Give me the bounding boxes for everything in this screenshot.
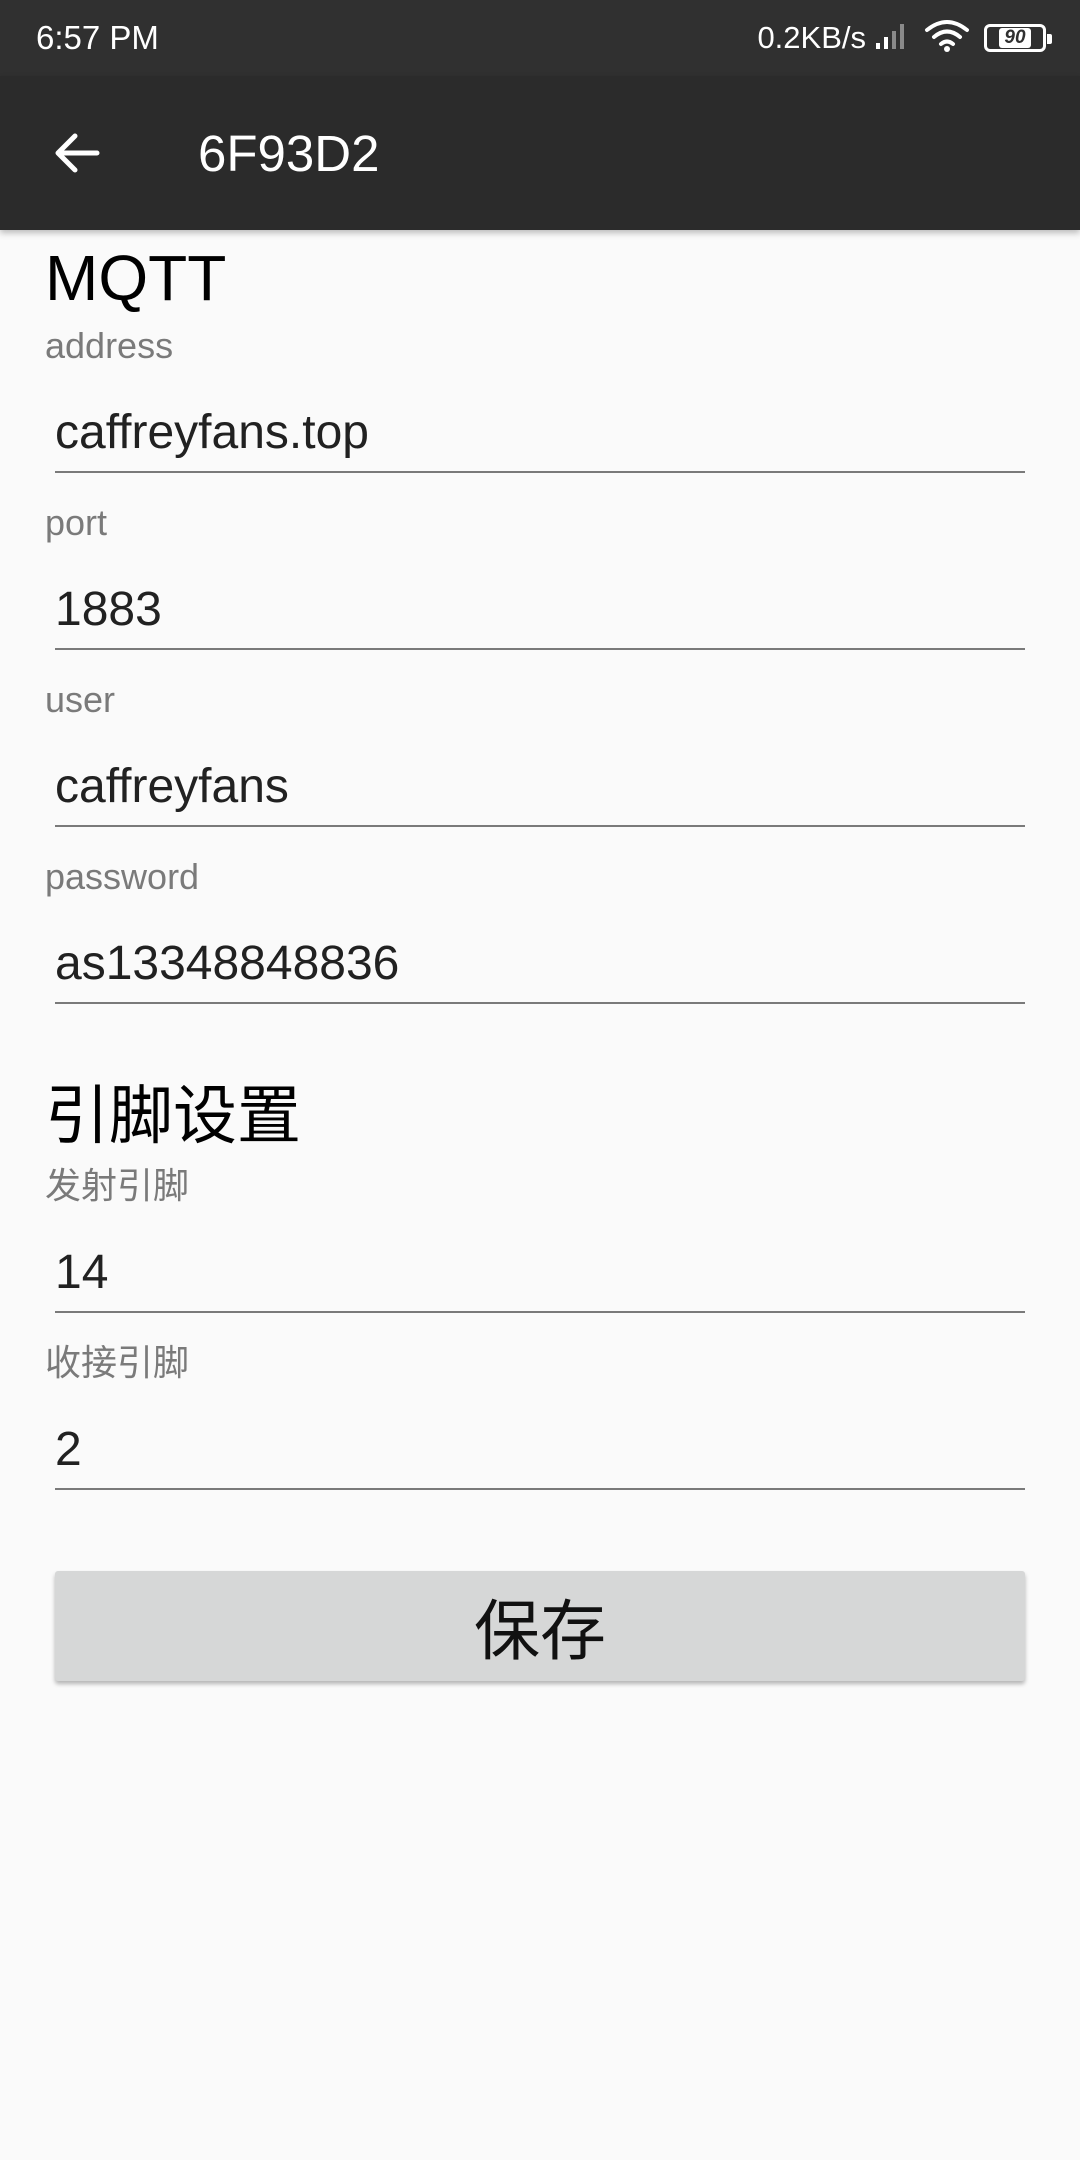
user-label: user xyxy=(45,679,116,720)
address-label: address xyxy=(45,325,174,366)
password-value: as13348848836 xyxy=(55,937,400,990)
back-button[interactable] xyxy=(38,116,116,194)
rx-pin-field[interactable]: 2 xyxy=(55,1400,1025,1490)
rx-pin-value: 2 xyxy=(55,1423,82,1476)
page-title: 6F93D2 xyxy=(198,125,380,182)
tx-pin-label: 发射引脚 xyxy=(45,1165,190,1206)
signal-icon xyxy=(874,21,910,56)
pin-settings-section-title: 引脚设置 xyxy=(45,1080,301,1152)
status-bar: 6:57 PM 0.2KB/s 90 xyxy=(0,0,1080,76)
port-label: port xyxy=(45,502,108,543)
password-label: password xyxy=(45,856,200,897)
port-value: 1883 xyxy=(55,583,162,636)
status-indicators: 0.2KB/s 90 xyxy=(757,16,1052,60)
battery-icon: 90 xyxy=(984,24,1052,52)
save-button[interactable]: 保存 xyxy=(55,1571,1025,1681)
battery-level: 90 xyxy=(999,28,1031,48)
password-field[interactable]: as13348848836 xyxy=(55,914,1025,1004)
mqtt-section-title: MQTT xyxy=(45,242,227,314)
address-field[interactable]: caffreyfans.top xyxy=(55,383,1025,473)
user-field[interactable]: caffreyfans xyxy=(55,737,1025,827)
tx-pin-field[interactable]: 14 xyxy=(55,1223,1025,1313)
user-value: caffreyfans xyxy=(55,760,289,813)
app-bar: 6F93D2 xyxy=(0,76,1080,230)
wifi-icon xyxy=(924,19,970,58)
status-time: 6:57 PM xyxy=(36,19,159,56)
address-value: caffreyfans.top xyxy=(55,406,369,459)
network-speed: 0.2KB/s xyxy=(757,20,866,55)
tx-pin-value: 14 xyxy=(55,1246,109,1299)
arrow-back-icon xyxy=(53,131,101,180)
port-field[interactable]: 1883 xyxy=(55,560,1025,650)
rx-pin-label: 收接引脚 xyxy=(45,1342,190,1383)
